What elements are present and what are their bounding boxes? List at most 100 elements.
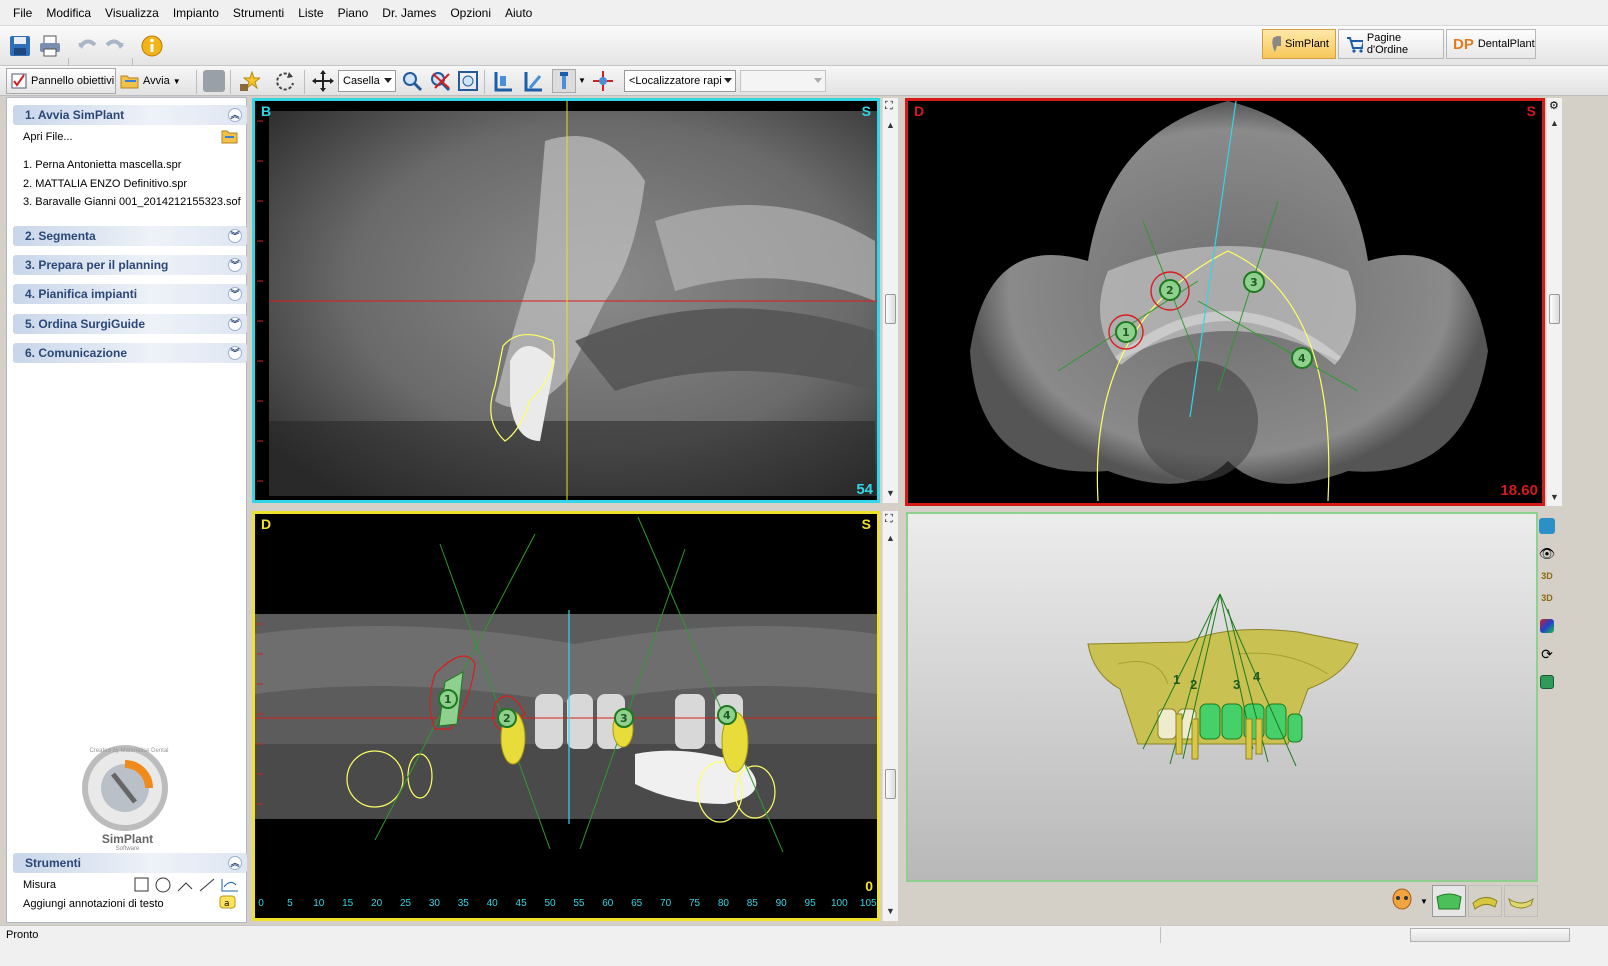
scroll-down-icon[interactable]: ▼ <box>886 906 895 916</box>
teeth-green-object-button[interactable] <box>1432 885 1466 917</box>
3d-view[interactable]: 1 2 3 4 <box>906 512 1538 882</box>
collapse-icon[interactable]: ︽ <box>228 856 242 870</box>
scroll-down-icon[interactable]: ▼ <box>1550 492 1559 502</box>
expand-icon[interactable]: ︾ <box>228 287 242 301</box>
sagittal-view[interactable]: B S 54 <box>252 98 880 503</box>
menu-piano[interactable]: Piano <box>331 0 376 26</box>
section-ordina-surgiguide[interactable]: 5. Ordina SurgiGuide ︾ <box>13 314 247 334</box>
save-button[interactable] <box>6 32 34 60</box>
scroll-up-icon[interactable]: ▲ <box>886 120 895 130</box>
section-pianifica-impianti[interactable]: 4. Pianifica impianti ︾ <box>13 284 247 304</box>
expand-icon[interactable]: ︾ <box>228 258 242 272</box>
3d-implant-label-1[interactable]: 1 <box>1173 672 1180 687</box>
recent-file-3[interactable]: 3. Baravalle Gianni 001_2014212155323.so… <box>23 196 241 208</box>
menu-opzioni[interactable]: Opzioni <box>443 0 498 26</box>
zoom-reset-button[interactable] <box>428 69 452 93</box>
sagittal-scrollbar[interactable]: ⛶ ▲ ▼ <box>882 98 898 503</box>
3d-rotate-button[interactable]: ⟳ <box>1536 644 1558 664</box>
segmentation-tool-button[interactable] <box>202 69 226 93</box>
crosshair-button[interactable] <box>590 69 616 93</box>
rotate-button[interactable] <box>272 69 298 93</box>
simplant-mode-button[interactable]: SimPlant <box>1262 29 1336 59</box>
redo-button[interactable] <box>102 32 128 60</box>
axial-scrollbar[interactable]: ⚙ ▲ ▼ <box>1546 98 1562 506</box>
scroll-up-icon[interactable]: ▲ <box>886 533 895 543</box>
info-button[interactable] <box>138 32 166 60</box>
section-avvia-simplant[interactable]: 1. Avvia SimPlant ︽ <box>13 105 247 125</box>
zoom-button[interactable] <box>400 69 424 93</box>
implant-dropdown-icon[interactable]: ▼ <box>578 76 586 85</box>
angle-measure-icon[interactable] <box>177 882 193 892</box>
3d-implant-label-2[interactable]: 2 <box>1190 677 1197 692</box>
fit-view-button[interactable] <box>456 69 480 93</box>
object-dropdown-icon[interactable]: ▼ <box>1420 897 1428 906</box>
menu-dr-james[interactable]: Dr. James <box>375 0 443 26</box>
print-button[interactable] <box>36 32 64 60</box>
axial-implant-4[interactable]: 4 <box>1291 347 1313 369</box>
scroll-down-icon[interactable]: ▼ <box>886 488 895 498</box>
scroll-thumb[interactable] <box>885 769 896 799</box>
pannello-obiettivi-button[interactable]: Pannello obiettivi <box>6 68 116 94</box>
menu-strumenti[interactable]: Strumenti <box>226 0 291 26</box>
3d-color-button[interactable] <box>1536 616 1558 636</box>
localizzatore-select[interactable]: <Localizzatore rapi <box>624 70 736 92</box>
expand-icon[interactable]: ︾ <box>228 229 242 243</box>
implant-tool-1-button[interactable] <box>490 69 516 93</box>
secondary-select[interactable] <box>740 70 826 92</box>
scroll-thumb[interactable] <box>885 294 896 324</box>
collapse-icon[interactable]: ︽ <box>228 108 242 122</box>
implant-insert-button[interactable] <box>552 69 576 93</box>
menu-modifica[interactable]: Modifica <box>39 0 98 26</box>
3d-implant-label-3[interactable]: 3 <box>1233 677 1240 692</box>
recent-file-2[interactable]: 2. MATTALIA ENZO Definitivo.spr <box>23 178 187 190</box>
menu-impianto[interactable]: Impianto <box>166 0 226 26</box>
panoramic-scrollbar[interactable]: ⛶ ▲ ▼ <box>882 511 898 921</box>
menu-visualizza[interactable]: Visualizza <box>98 0 166 26</box>
axial-implant-1[interactable]: 1 <box>1115 321 1137 343</box>
maximize-icon[interactable]: ⛶ <box>885 100 893 113</box>
axial-implant-3[interactable]: 3 <box>1243 271 1265 293</box>
expand-icon[interactable]: ︾ <box>228 317 242 331</box>
jaw-yellow-object-button[interactable] <box>1468 885 1502 917</box>
menu-aiuto[interactable]: Aiuto <box>498 0 539 26</box>
open-folder-icon[interactable] <box>221 128 239 144</box>
expand-icon[interactable]: ︾ <box>228 346 242 360</box>
mandible-object-button[interactable] <box>1504 885 1538 917</box>
3d-visibility-button[interactable]: 👁 <box>1536 544 1558 564</box>
section-segmenta[interactable]: 2. Segmenta ︾ <box>13 226 247 246</box>
section-comunicazione[interactable]: 6. Comunicazione ︾ <box>13 343 247 363</box>
tool-annotazioni-label[interactable]: Aggiungi annotazioni di testo <box>23 898 164 910</box>
3d-view-button-1[interactable]: 3D <box>1536 566 1558 586</box>
3d-implant-label-4[interactable]: 4 <box>1253 669 1260 684</box>
maximize-icon[interactable]: ⛶ <box>885 513 893 526</box>
axial-implant-2[interactable]: 2 <box>1159 279 1181 301</box>
dentalplant-button[interactable]: DP DentalPlant <box>1446 29 1536 59</box>
implant-tool-2-button[interactable] <box>520 69 546 93</box>
3d-box-button[interactable] <box>1536 672 1558 692</box>
highlight-tool-button[interactable] <box>236 69 262 93</box>
pagine-ordine-button[interactable]: Pagine d'Ordine <box>1338 29 1444 59</box>
text-annotation-icon[interactable]: a <box>219 895 237 911</box>
axial-view[interactable]: 1 2 3 4 D S 18.60 <box>905 98 1545 506</box>
undo-button[interactable] <box>74 32 100 60</box>
line-measure-icon[interactable] <box>199 878 215 892</box>
profile-measure-icon[interactable] <box>221 879 238 892</box>
3d-layers-button[interactable] <box>1536 516 1558 536</box>
pano-implant-1[interactable]: 1 <box>437 688 459 710</box>
pano-implant-4[interactable]: 4 <box>716 704 738 726</box>
scroll-up-icon[interactable]: ▲ <box>1550 118 1559 128</box>
recent-file-1[interactable]: 1. Perna Antonietta mascella.spr <box>23 159 181 171</box>
skull-object-button[interactable] <box>1390 888 1414 914</box>
pan-button[interactable] <box>310 69 336 93</box>
settings-icon[interactable]: ⚙ <box>1549 99 1559 112</box>
rect-measure-icon[interactable] <box>134 877 149 892</box>
section-prepara-planning[interactable]: 3. Prepara per il planning ︾ <box>13 255 247 275</box>
open-file-link[interactable]: Apri File... <box>23 131 73 143</box>
section-strumenti[interactable]: Strumenti ︽ <box>13 853 247 873</box>
pano-implant-2[interactable]: 2 <box>496 707 518 729</box>
casella-select[interactable]: Casella <box>338 70 396 92</box>
menu-liste[interactable]: Liste <box>291 0 330 26</box>
circle-measure-icon[interactable] <box>155 877 171 893</box>
avvia-button[interactable]: Avvia ▼ <box>120 68 192 94</box>
menu-file[interactable]: File <box>6 0 39 26</box>
